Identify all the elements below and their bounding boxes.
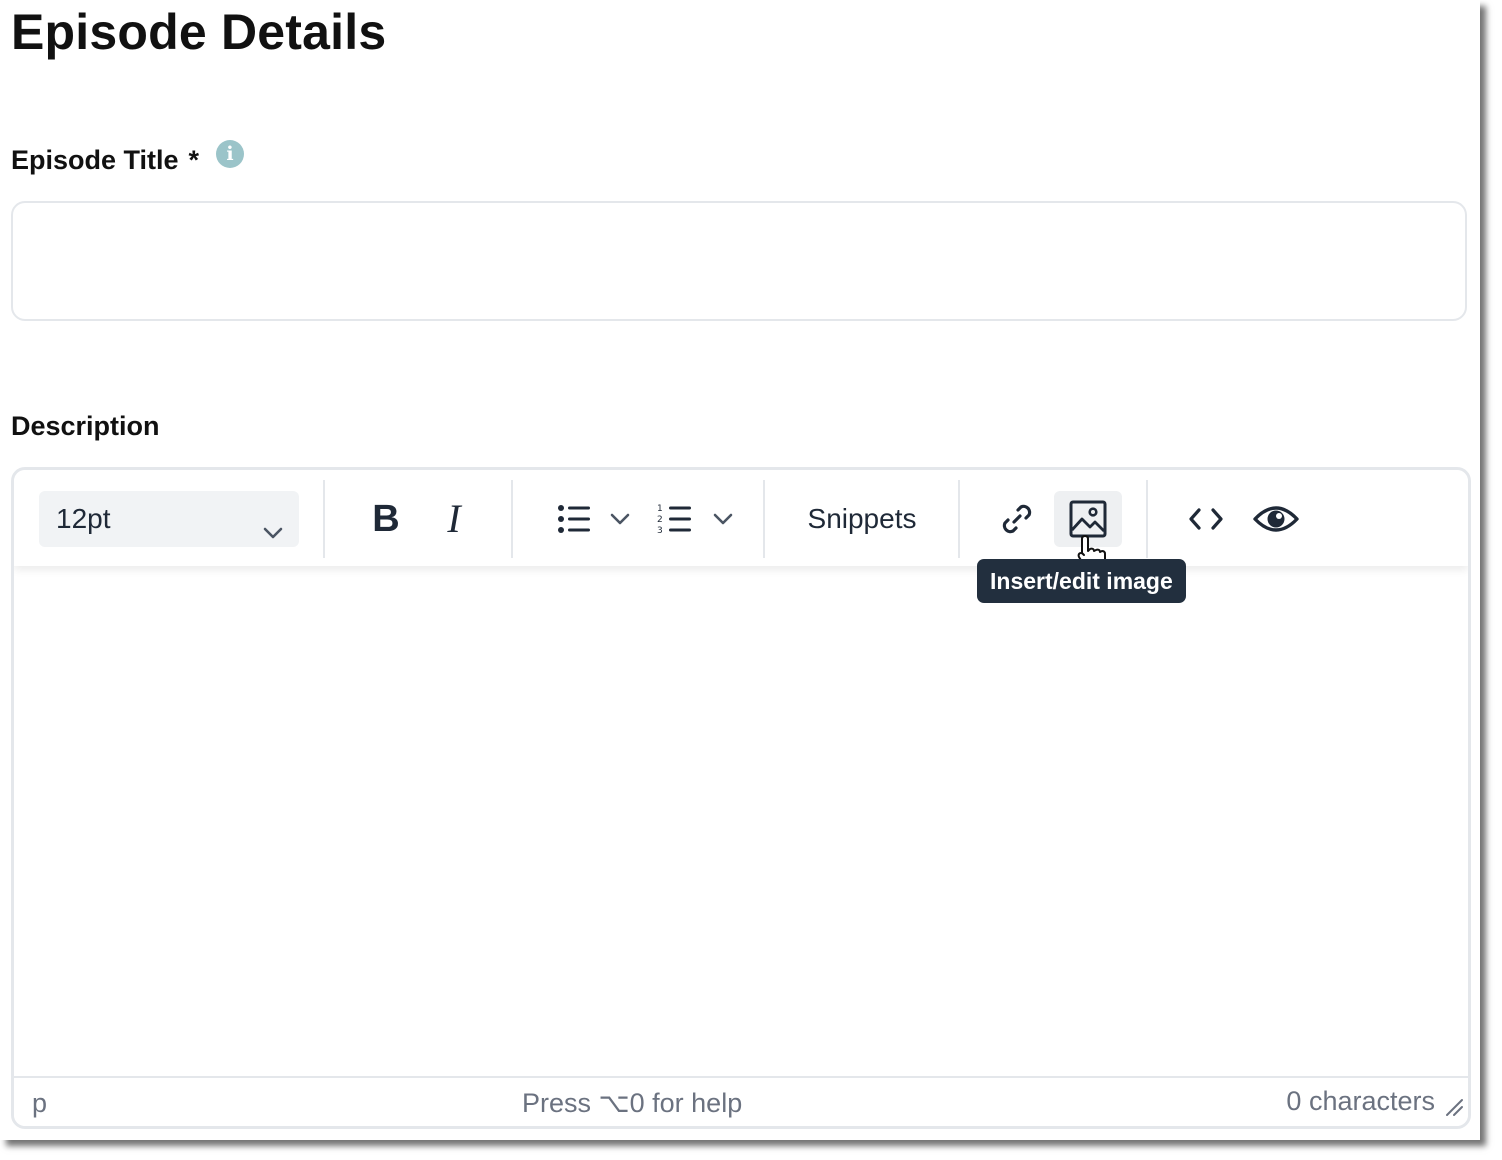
- image-icon: [1068, 499, 1108, 539]
- svg-text:2: 2: [657, 515, 663, 525]
- svg-text:3: 3: [657, 526, 663, 536]
- page-title: Episode Details: [11, 4, 387, 60]
- image-button-tooltip: Insert/edit image: [977, 559, 1186, 603]
- toolbar-separator: [511, 480, 513, 558]
- toolbar-separator: [323, 480, 325, 558]
- snippets-label: Snippets: [807, 503, 917, 534]
- info-icon[interactable]: i: [216, 140, 244, 168]
- chevron-down-icon: [261, 508, 285, 564]
- numbered-list-button[interactable]: 1 2 3: [651, 491, 699, 547]
- link-icon: [997, 499, 1037, 539]
- episode-title-input[interactable]: [11, 201, 1467, 321]
- episode-title-label: Episode Title *: [11, 143, 199, 177]
- chevron-down-icon: [608, 507, 632, 531]
- toolbar-separator: [958, 480, 960, 558]
- bold-icon: B: [372, 498, 400, 540]
- description-label: Description: [11, 411, 160, 441]
- numbered-list-dropdown[interactable]: [706, 491, 740, 547]
- toolbar-separator: [763, 480, 765, 558]
- font-size-value: 12pt: [56, 503, 111, 534]
- italic-button[interactable]: I: [426, 491, 482, 547]
- element-path[interactable]: p: [32, 1088, 47, 1119]
- bullet-list-icon: [556, 501, 592, 537]
- help-hint: Press ⌥0 for help: [522, 1088, 743, 1118]
- required-marker: *: [188, 145, 200, 175]
- italic-icon: I: [447, 496, 461, 541]
- editor-content-area[interactable]: [14, 566, 1468, 1076]
- episode-details-page: Episode Details Episode Title * i Descri…: [0, 0, 1480, 1140]
- editor-statusbar: p Press ⌥0 for help 0 characters: [14, 1076, 1468, 1126]
- bold-button[interactable]: B: [358, 491, 414, 547]
- character-count: 0 characters: [1286, 1086, 1435, 1116]
- bullet-list-dropdown[interactable]: [603, 491, 637, 547]
- code-icon: [1186, 499, 1226, 539]
- font-size-select[interactable]: 12pt: [39, 491, 299, 547]
- bullet-list-button[interactable]: [550, 491, 598, 547]
- editor-toolbar: 12pt B I 1 2 3 Snippets: [14, 470, 1468, 571]
- toolbar-separator: [1146, 480, 1148, 558]
- resize-handle-icon[interactable]: [1444, 1093, 1464, 1124]
- link-button[interactable]: [989, 491, 1045, 547]
- preview-button[interactable]: [1248, 491, 1304, 547]
- numbered-list-icon: 1 2 3: [657, 501, 693, 537]
- snippets-button[interactable]: Snippets: [792, 491, 932, 547]
- eye-icon: [1252, 499, 1300, 539]
- episode-title-label-text: Episode Title: [11, 145, 179, 175]
- description-editor: 12pt B I 1 2 3 Snippets Insert/edit imag…: [11, 467, 1471, 1129]
- svg-text:1: 1: [657, 504, 663, 514]
- source-code-button[interactable]: [1178, 491, 1234, 547]
- chevron-down-icon: [711, 507, 735, 531]
